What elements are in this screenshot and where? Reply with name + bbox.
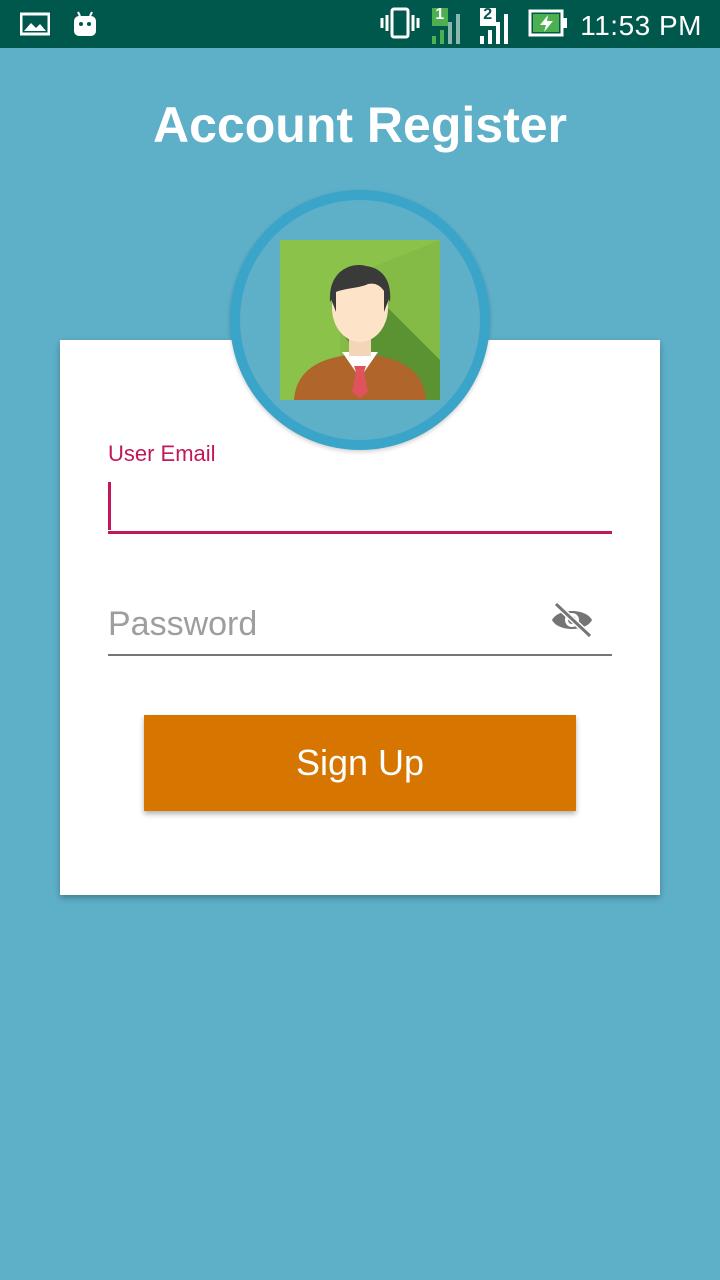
status-time: 11:53 PM (580, 9, 702, 41)
vibrate-icon (380, 6, 420, 45)
status-bar-right: 1 2 11:53 PM (380, 6, 702, 45)
eye-off-icon (550, 601, 594, 643)
signal-sim1-icon: 1 (432, 5, 468, 44)
sim2-label: 2 (483, 5, 493, 23)
avatar[interactable] (230, 190, 490, 450)
status-bar-left (19, 10, 98, 43)
signal-sim2-icon: 2 (480, 5, 516, 44)
password-field[interactable] (108, 594, 612, 656)
user-avatar-icon (280, 240, 440, 400)
sim1-label: 1 (435, 5, 445, 23)
status-bar: 1 2 11:53 PM (0, 0, 720, 48)
android-icon (72, 10, 98, 43)
gallery-icon (19, 12, 51, 41)
email-label: User Email (108, 441, 216, 466)
page-title: Account Register (153, 97, 567, 153)
battery-charging-icon (528, 9, 568, 42)
password-visibility-toggle[interactable] (548, 600, 596, 644)
text-cursor (108, 482, 111, 530)
sign-up-button[interactable]: Sign Up (144, 715, 576, 811)
email-field[interactable] (108, 478, 612, 534)
